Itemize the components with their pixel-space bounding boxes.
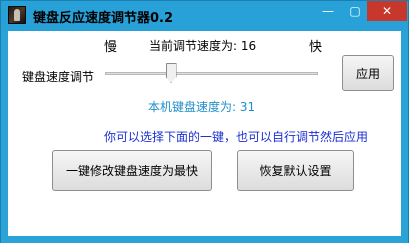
hint-text: 你可以选择下面的一键，也可以自行调节然后应用 — [104, 130, 369, 144]
title-bar[interactable]: 键盘反应速度调节器0.2 — ▢ ✕ — [1, 1, 408, 31]
app-icon — [8, 6, 26, 24]
app-window: 键盘反应速度调节器0.2 — ▢ ✕ 慢 当前调节速度为: 16 快 键盘速度调… — [0, 0, 409, 243]
speed-slider-track[interactable] — [105, 72, 318, 75]
max-speed-button[interactable]: 一键修改键盘速度为最快 — [52, 150, 212, 191]
maximize-button[interactable]: ▢ — [342, 1, 368, 21]
speed-adjust-label: 键盘速度调节 — [22, 70, 95, 84]
apply-button[interactable]: 应用 — [342, 55, 394, 91]
slow-label: 慢 — [104, 40, 118, 55]
fast-label: 快 — [309, 40, 323, 55]
client-area: 慢 当前调节速度为: 16 快 键盘速度调节 应用 本机键盘速度为: 31 你可… — [8, 31, 401, 236]
window-bottom-frame — [1, 236, 408, 243]
close-button[interactable]: ✕ — [367, 1, 407, 21]
current-speed-label: 当前调节速度为: 16 — [149, 39, 257, 53]
speed-slider-thumb[interactable] — [165, 63, 177, 83]
reset-defaults-button[interactable]: 恢复默认设置 — [237, 150, 354, 191]
window-title: 键盘反应速度调节器0.2 — [33, 11, 174, 26]
minimize-button[interactable]: — — [315, 1, 341, 21]
machine-speed-label: 本机键盘速度为: 31 — [148, 100, 256, 114]
